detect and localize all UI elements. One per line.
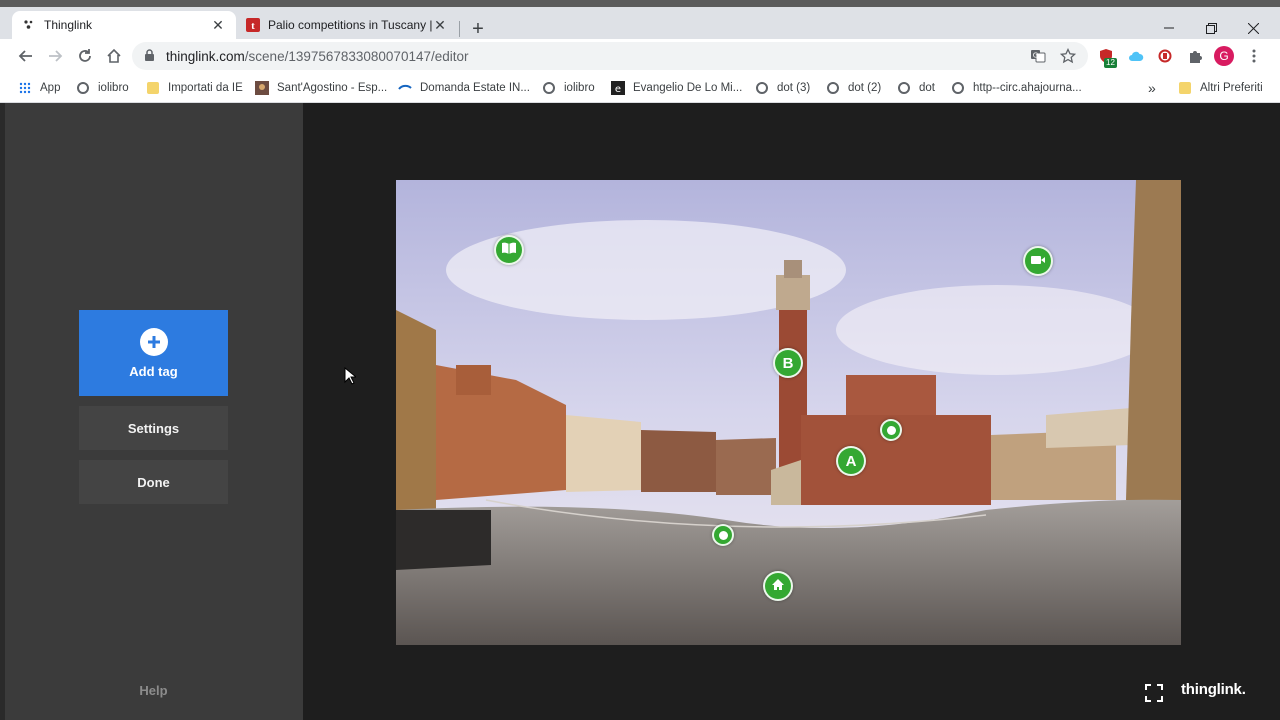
tag-home[interactable] xyxy=(763,571,793,601)
svg-text:e: e xyxy=(615,84,621,95)
dot-center xyxy=(886,425,896,435)
tag-book[interactable] xyxy=(494,235,524,265)
forward-icon[interactable] xyxy=(43,44,67,68)
kebab-menu-icon[interactable] xyxy=(1244,46,1264,66)
close-tab-icon[interactable]: ✕ xyxy=(432,17,448,33)
url-text[interactable]: thinglink.com/scene/1397567833080070147/… xyxy=(166,49,469,64)
profile-initial: G xyxy=(1214,46,1234,66)
bookmark-circ[interactable]: http--circ.ahajourna... xyxy=(951,79,1082,97)
tab-title: Palio competitions in Tuscany | V xyxy=(268,18,432,32)
bookmark-dot-3[interactable]: dot (3) xyxy=(755,79,810,97)
apps-grid-icon xyxy=(18,81,32,95)
bookmark-dot-2[interactable]: dot (2) xyxy=(826,79,881,97)
bookmark-label: Importati da IE xyxy=(168,82,243,94)
e-icon: e xyxy=(611,81,625,95)
new-tab-icon[interactable]: + xyxy=(468,18,488,40)
globe-icon xyxy=(826,81,840,95)
globe-icon xyxy=(951,81,965,95)
bookmark-star-icon[interactable] xyxy=(1059,47,1077,65)
globe-icon xyxy=(755,81,769,95)
tag-dot-palace[interactable] xyxy=(880,419,902,441)
bookmark-label: Domanda Estate IN... xyxy=(420,82,530,94)
bookmark-iolibro[interactable]: iolibro xyxy=(76,79,129,97)
folder-icon xyxy=(146,81,160,95)
globe-icon xyxy=(897,81,911,95)
bookmark-label: Altri Preferiti xyxy=(1200,82,1263,94)
book-icon xyxy=(501,241,517,259)
bookmark-label: iolibro xyxy=(564,82,595,94)
globe-icon xyxy=(542,81,556,95)
bookmark-importati[interactable]: Importati da IE xyxy=(146,79,243,97)
bookmark-label: http--circ.ahajourna... xyxy=(973,82,1082,94)
dot-center xyxy=(718,530,728,540)
painting-icon xyxy=(255,81,269,95)
minimize-icon[interactable] xyxy=(1154,16,1184,40)
close-tab-icon[interactable]: ✕ xyxy=(210,17,226,33)
reload-icon[interactable] xyxy=(73,44,97,68)
address-bar[interactable]: thinglink.com/scene/1397567833080070147/… xyxy=(132,42,1088,70)
tab-bar: Thinglink ✕ t Palio competitions in Tusc… xyxy=(0,7,1280,40)
window-top-strip xyxy=(0,0,1280,7)
bookmark-iolibro-2[interactable]: iolibro xyxy=(542,79,595,97)
tab-title: Thinglink xyxy=(44,18,93,32)
bookmarks-overflow[interactable]: » xyxy=(1148,79,1156,97)
tag-a[interactable]: A xyxy=(836,446,866,476)
add-tag-button[interactable]: Add tag xyxy=(79,310,228,396)
lock-icon xyxy=(144,49,155,67)
red-extension-icon[interactable] xyxy=(1155,46,1175,66)
bookmark-label: dot xyxy=(919,82,935,94)
home-button-icon[interactable] xyxy=(102,44,126,68)
tag-video[interactable] xyxy=(1023,246,1053,276)
add-tag-label: Add tag xyxy=(129,363,178,379)
thinglink-logo[interactable]: thinglink. xyxy=(1181,681,1246,698)
folder-icon xyxy=(1178,81,1192,95)
editor-sidebar: Add tag Settings Done Help xyxy=(5,103,303,720)
scene-image[interactable]: B A xyxy=(396,180,1181,645)
swoosh-icon xyxy=(398,81,412,95)
tag-b[interactable]: B xyxy=(773,348,803,378)
cloud-extension-icon[interactable] xyxy=(1126,46,1146,66)
globe-icon xyxy=(76,81,90,95)
bookmark-altri-preferiti[interactable]: Altri Preferiti xyxy=(1178,79,1263,97)
restore-icon[interactable] xyxy=(1196,16,1226,40)
bookmark-santagostino[interactable]: Sant'Agostino - Esp... xyxy=(255,79,387,97)
url-path: /scene/1397567833080070147/editor xyxy=(244,49,469,64)
puzzle-extensions-icon[interactable] xyxy=(1185,46,1205,66)
tag-dot-square[interactable] xyxy=(712,524,734,546)
url-host: thinglink.com xyxy=(166,49,245,64)
tab-palio[interactable]: t Palio competitions in Tuscany | V ✕ xyxy=(236,11,458,39)
bookmark-dot[interactable]: dot xyxy=(897,79,935,97)
extension-badge: 12 xyxy=(1104,58,1117,68)
bookmark-label: Evangelio De Lo Mi... xyxy=(633,82,743,94)
tab-separator xyxy=(459,21,460,37)
plus-icon xyxy=(139,327,168,356)
close-window-icon[interactable] xyxy=(1238,16,1268,40)
svg-text:t: t xyxy=(251,20,255,32)
bookmarks-bar: App iolibro Importati da IE Sant'Agostin… xyxy=(0,73,1280,103)
profile-avatar[interactable]: G xyxy=(1214,46,1234,66)
settings-button[interactable]: Settings xyxy=(79,406,228,450)
bookmark-app[interactable]: App xyxy=(18,79,60,97)
mouse-cursor-icon xyxy=(344,366,358,390)
help-link[interactable]: Help xyxy=(79,683,228,698)
bookmark-label: App xyxy=(40,82,61,94)
bookmark-label: iolibro xyxy=(98,82,129,94)
back-icon[interactable] xyxy=(14,44,38,68)
tab-thinglink[interactable]: Thinglink ✕ xyxy=(12,11,236,39)
bookmark-label: dot (3) xyxy=(777,82,811,94)
translate-icon[interactable]: G xyxy=(1029,47,1047,65)
navigation-bar: thinglink.com/scene/1397567833080070147/… xyxy=(0,39,1280,73)
bookmark-label: dot (2) xyxy=(848,82,882,94)
bookmark-evangelio[interactable]: e Evangelio De Lo Mi... xyxy=(611,79,742,97)
fullscreen-icon[interactable] xyxy=(1145,684,1163,702)
t-favicon-icon: t xyxy=(246,18,260,32)
thinglink-favicon-icon xyxy=(22,18,36,32)
svg-text:G: G xyxy=(1033,52,1038,60)
bookmark-domanda[interactable]: Domanda Estate IN... xyxy=(398,79,530,97)
video-icon xyxy=(1030,253,1046,270)
done-button[interactable]: Done xyxy=(79,460,228,504)
home-icon xyxy=(771,578,785,595)
bookmark-label: Sant'Agostino - Esp... xyxy=(277,82,388,94)
